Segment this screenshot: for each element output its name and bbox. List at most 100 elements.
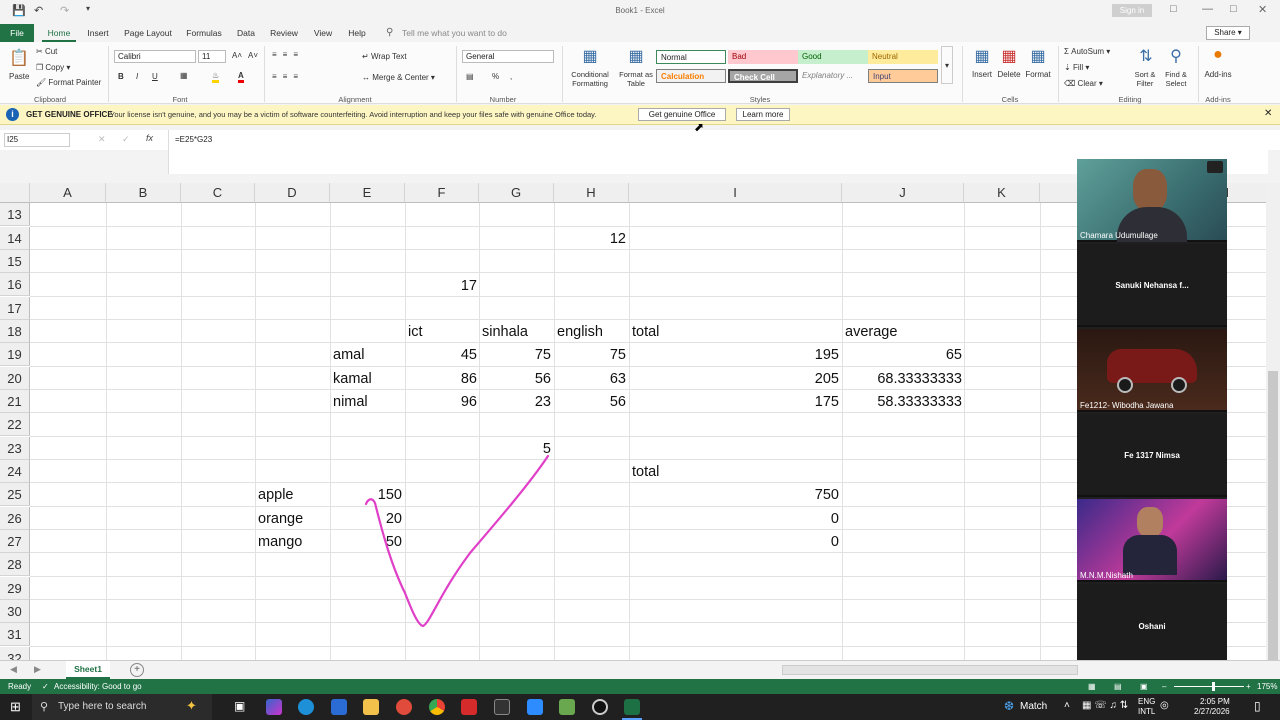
clock-time[interactable]: 2:05 PM — [1200, 697, 1230, 706]
copy-button[interactable]: ❐ Copy ▾ — [36, 63, 70, 72]
tab-review[interactable]: Review — [268, 24, 300, 42]
get-genuine-office-button[interactable]: Get genuine Office — [638, 108, 726, 121]
outlook-icon[interactable] — [331, 699, 347, 715]
addins-icon[interactable]: ● — [1206, 46, 1230, 64]
learn-more-button[interactable]: Learn more — [736, 108, 790, 121]
app-green-icon[interactable] — [559, 699, 575, 715]
network-icon[interactable]: ◎ — [1160, 700, 1169, 711]
sort-filter-button[interactable]: Sort & Filter — [1130, 70, 1160, 88]
tell-me-search[interactable]: Tell me what you want to do — [402, 24, 532, 42]
font-name-select[interactable]: Calibri — [114, 50, 196, 63]
clock-date[interactable]: 2/27/2026 — [1194, 707, 1230, 716]
edge-icon[interactable] — [298, 699, 314, 715]
enter-icon[interactable]: ✓ — [122, 134, 130, 145]
language-secondary[interactable]: INTL — [1138, 707, 1155, 716]
paste-button[interactable]: Paste — [9, 72, 29, 81]
participant-tile[interactable]: Chamara Udumullage — [1077, 159, 1227, 242]
format-as-table-button[interactable]: Format as Table — [614, 70, 658, 88]
sort-filter-icon[interactable]: ⇅ — [1134, 46, 1158, 66]
maximize-icon[interactable]: □ — [1230, 3, 1237, 15]
font-color-icon[interactable]: A — [238, 71, 244, 83]
page-break-view-icon[interactable]: ▣ — [1140, 679, 1148, 694]
style-calculation[interactable]: Calculation — [656, 69, 726, 83]
decrease-font-icon[interactable]: A˅ — [248, 51, 258, 60]
task-view-icon[interactable]: ▣ — [234, 699, 245, 713]
paste-icon[interactable]: 📋 — [8, 48, 30, 68]
insert-function-icon[interactable]: fx — [146, 133, 153, 143]
horizontal-align-icons[interactable]: ≡≡≡ — [272, 72, 304, 81]
style-neutral[interactable]: Neutral — [868, 50, 938, 64]
style-explanatory[interactable]: Explanatory ... — [798, 69, 868, 83]
taskbar-search[interactable]: ⚲ Type here to search — [32, 694, 212, 720]
horizontal-scrollbar[interactable] — [782, 665, 1078, 675]
close-message-icon[interactable]: ✕ — [1264, 108, 1272, 119]
tray-icons[interactable]: ▦ ☏ ♫ ⇅ — [1082, 700, 1128, 711]
percent-button[interactable]: % — [492, 72, 499, 81]
zoom-in-icon[interactable]: + — [1246, 679, 1251, 694]
vertical-scrollbar[interactable] — [1266, 183, 1280, 661]
accessibility-status[interactable]: Accessibility: Good to go — [54, 679, 142, 694]
find-select-icon[interactable]: ⚲ — [1164, 46, 1188, 66]
style-check-cell[interactable]: Check Cell — [728, 69, 798, 83]
borders-icon[interactable]: ▦ — [180, 71, 188, 80]
zoom-app-icon[interactable] — [527, 699, 543, 715]
find-select-button[interactable]: Find & Select — [1160, 70, 1192, 88]
tray-overflow-icon[interactable]: ˄ — [1064, 700, 1070, 711]
tab-home[interactable]: Home — [42, 24, 76, 42]
tab-help[interactable]: Help — [344, 24, 370, 42]
vertical-scroll-thumb[interactable] — [1268, 371, 1278, 661]
participant-tile[interactable]: Fe1212- Wibodha Jawana — [1077, 329, 1227, 412]
increase-font-icon[interactable]: A˄ — [232, 51, 242, 60]
participant-tile[interactable]: Oshani — [1077, 584, 1227, 670]
tab-data[interactable]: Data — [234, 24, 258, 42]
fill-button[interactable]: ⇣ Fill ▾ — [1064, 63, 1089, 72]
styles-more-icon[interactable]: ▾ — [941, 46, 953, 84]
style-good[interactable]: Good — [798, 50, 868, 64]
format-painter-button[interactable]: 🖌 Format Painter — [36, 78, 101, 87]
participant-tile[interactable]: M.N.M.Nishath — [1077, 499, 1227, 582]
weather-icon[interactable]: ❆ — [1004, 699, 1014, 713]
page-layout-view-icon[interactable]: ▤ — [1114, 679, 1122, 694]
normal-view-icon[interactable]: ▦ — [1088, 679, 1096, 694]
tab-page-layout[interactable]: Page Layout — [122, 24, 174, 42]
delete-cells-button[interactable]: Delete — [994, 70, 1024, 79]
merge-center-button[interactable]: ↔ Merge & Center ▾ — [362, 73, 435, 82]
conditional-formatting-button[interactable]: Conditional Formatting — [566, 70, 614, 88]
italic-button[interactable]: I — [136, 72, 138, 81]
zoom-slider[interactable] — [1174, 686, 1244, 687]
zoom-out-icon[interactable]: – — [1162, 679, 1166, 694]
minimize-icon[interactable]: — — [1202, 3, 1213, 15]
tab-view[interactable]: View — [310, 24, 336, 42]
language-primary[interactable]: ENG — [1138, 697, 1155, 706]
tab-file[interactable]: File — [0, 24, 34, 42]
autosum-button[interactable]: Σ AutoSum ▾ — [1064, 47, 1110, 56]
format-cells-icon[interactable]: ▦ — [1026, 46, 1050, 66]
wrap-text-button[interactable]: ↵ Wrap Text — [362, 52, 407, 61]
underline-button[interactable]: U — [152, 72, 158, 81]
file-explorer-icon[interactable] — [363, 699, 379, 715]
tab-insert[interactable]: Insert — [84, 24, 112, 42]
copilot-app-icon[interactable] — [266, 699, 282, 715]
cut-button[interactable]: ✂ Cut — [36, 47, 57, 56]
format-as-table-icon[interactable]: ▦ — [624, 46, 648, 66]
scroll-prev-sheet-icon[interactable]: ◀ — [10, 664, 17, 675]
windows-start-icon[interactable]: ⊞ — [10, 699, 21, 715]
copilot-sparkle-icon[interactable]: ✦ — [186, 698, 197, 714]
weather-text[interactable]: Match — [1020, 701, 1047, 712]
app-red-icon[interactable] — [396, 699, 412, 715]
notification-icon[interactable]: ▯ — [1254, 699, 1261, 713]
comma-button[interactable]: , — [510, 72, 512, 81]
ribbon-display-icon[interactable]: □ — [1170, 3, 1177, 15]
zoom-slider-thumb[interactable] — [1212, 682, 1215, 691]
scroll-next-sheet-icon[interactable]: ▶ — [34, 664, 41, 675]
acrobat-icon[interactable] — [461, 699, 477, 715]
style-normal[interactable]: Normal — [656, 50, 726, 64]
sign-in-button[interactable]: Sign in — [1112, 4, 1152, 17]
tab-formulas[interactable]: Formulas — [184, 24, 224, 42]
excel-icon[interactable] — [624, 699, 640, 715]
accessibility-icon[interactable]: ✓ — [42, 679, 49, 694]
insert-cells-icon[interactable]: ▦ — [970, 46, 994, 66]
add-sheet-icon[interactable]: + — [130, 663, 144, 677]
number-format-select[interactable]: General — [462, 50, 554, 63]
accounting-format-icon[interactable]: ▤ — [466, 72, 474, 81]
